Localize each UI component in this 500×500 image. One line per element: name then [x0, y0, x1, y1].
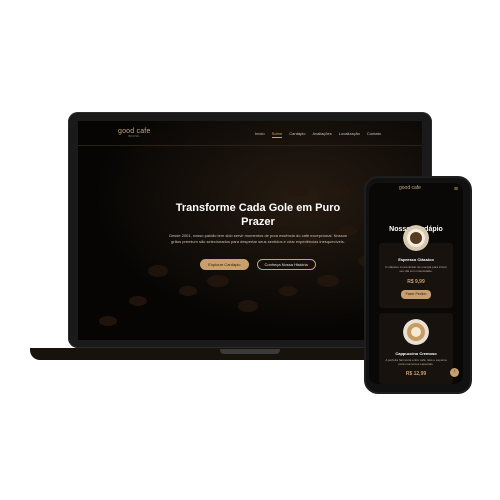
site-nav: good cafe BRASIL Início Sobre Cardápio A…	[78, 121, 422, 146]
menu-item-card: Espresso Clássico O clássico concentrado…	[379, 225, 453, 308]
phone-logo[interactable]: good cafe	[399, 185, 421, 191]
explore-menu-button[interactable]: Explorar Cardápio	[200, 259, 249, 270]
laptop-notch	[220, 349, 280, 354]
phone-screen: good cafe ≡ Nosso Cardápio Espresso Clás…	[369, 183, 463, 384]
hero-buttons: Explorar Cardápio Conheça Nossa História	[196, 259, 320, 270]
cappuccino-cup-image	[403, 319, 429, 345]
menu-item-price: R$ 9,99	[407, 279, 425, 285]
nav-sobre[interactable]: Sobre	[271, 131, 283, 138]
hero-title: Transforme Cada Gole em Puro Prazer	[175, 202, 341, 228]
nav-localizacao[interactable]: Localização	[339, 131, 360, 138]
espresso-cup-image	[403, 225, 429, 251]
hero-description: Desde 2001, nosso paixão tem sido servir…	[169, 233, 347, 244]
logo[interactable]: good cafe BRASIL	[118, 128, 151, 138]
nav-cardapio[interactable]: Cardápio	[289, 131, 305, 138]
nav-contato[interactable]: Contato	[367, 131, 381, 138]
our-story-button[interactable]: Conheça Nossa História	[256, 259, 316, 270]
scroll-top-icon[interactable]: ↑	[450, 368, 459, 377]
menu-item-price: R$ 12,99	[405, 371, 427, 377]
menu-item-description: O clássico concentrado de energia para i…	[385, 265, 447, 273]
nav-inicio[interactable]: Início	[255, 131, 265, 138]
nav-links: Início Sobre Cardápio Avaliações Localiz…	[255, 131, 381, 138]
nav-avaliacoes[interactable]: Avaliações	[312, 131, 331, 138]
hamburger-menu-icon[interactable]: ≡	[454, 186, 458, 193]
menu-item-name: Cappuccino Cremoso	[395, 351, 437, 356]
menu-item-name: Espresso Clássico	[398, 257, 434, 262]
menu-item-card: Cappuccino Cremoso A perfeita harmonia e…	[379, 313, 453, 384]
order-button[interactable]: Fazer Pedido	[401, 290, 431, 299]
menu-item-description: A perfeita harmonia entre café, leite e …	[385, 358, 447, 366]
